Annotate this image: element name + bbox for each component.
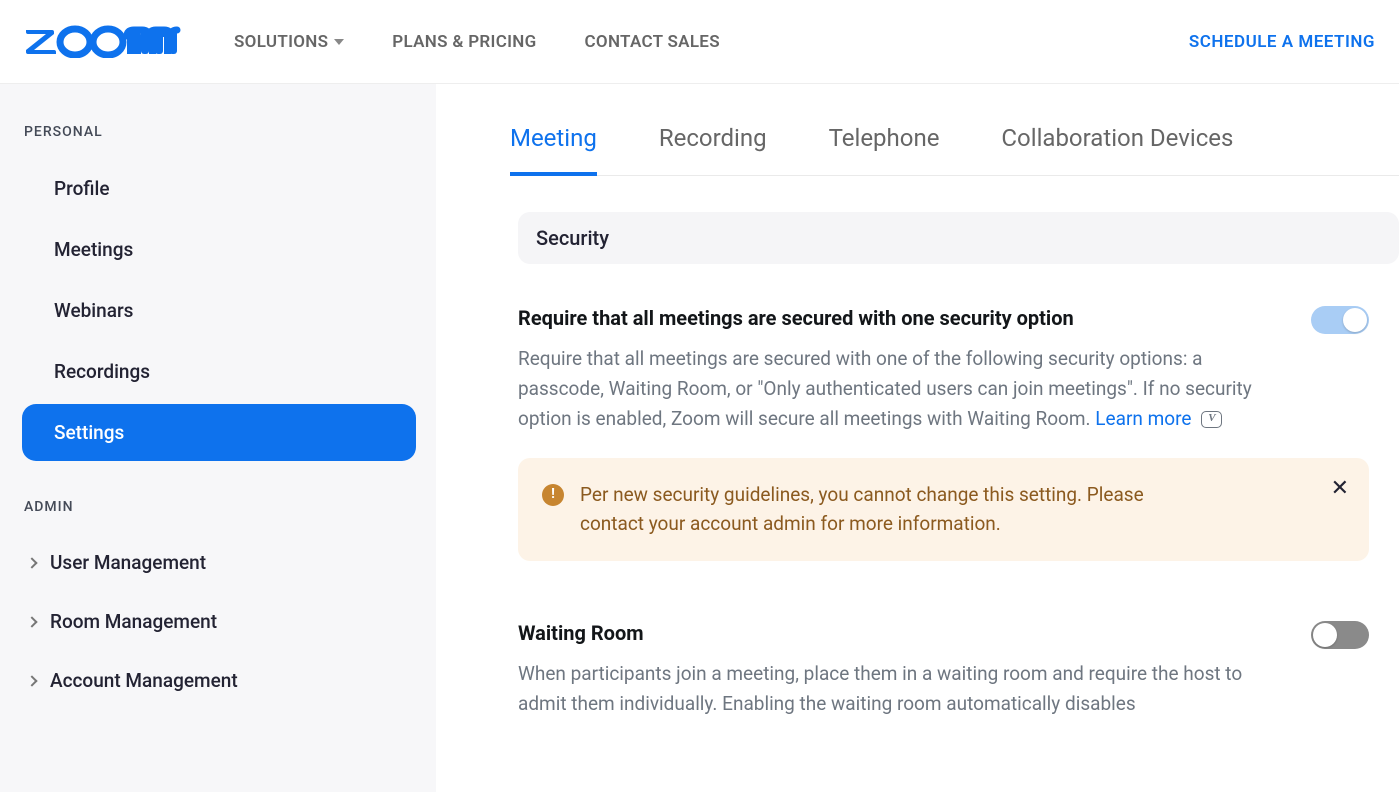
- sidebar-item-user-management[interactable]: User Management: [22, 535, 416, 590]
- sidebar-item-label: Webinars: [54, 299, 133, 322]
- learn-more-link[interactable]: Learn more V: [1095, 404, 1222, 434]
- tabs: Meeting Recording Telephone Collaboratio…: [510, 124, 1399, 176]
- chevron-down-icon: [334, 39, 344, 45]
- sidebar-item-meetings[interactable]: Meetings: [22, 221, 416, 278]
- info-icon: V: [1201, 411, 1222, 428]
- chevron-right-icon: [26, 675, 37, 686]
- warning-icon: !: [542, 484, 564, 506]
- learn-more-text: Learn more: [1095, 404, 1191, 434]
- sidebar-item-label: Profile: [54, 177, 110, 200]
- setting-title: Waiting Room: [518, 621, 1268, 645]
- close-icon[interactable]: ✕: [1331, 478, 1349, 500]
- setting-waiting-room: Waiting Room When participants join a me…: [518, 621, 1399, 719]
- sidebar-item-recordings[interactable]: Recordings: [22, 343, 416, 400]
- sidebar-section-personal: PERSONAL: [22, 124, 416, 140]
- setting-title: Require that all meetings are secured wi…: [518, 306, 1268, 330]
- setting-require-security: Require that all meetings are secured wi…: [518, 306, 1399, 561]
- tab-telephone[interactable]: Telephone: [829, 124, 940, 176]
- toggle-knob: [1313, 623, 1337, 647]
- sidebar: PERSONAL Profile Meetings Webinars Recor…: [0, 84, 436, 792]
- nav-label: CONTACT SALES: [585, 32, 720, 52]
- sidebar-item-label: Recordings: [54, 360, 150, 383]
- main-content: Meeting Recording Telephone Collaboratio…: [436, 84, 1399, 792]
- chevron-right-icon: [26, 616, 37, 627]
- tab-meeting[interactable]: Meeting: [510, 124, 597, 176]
- tab-collaboration-devices[interactable]: Collaboration Devices: [1001, 124, 1233, 176]
- toggle-require-security[interactable]: [1311, 306, 1369, 334]
- schedule-meeting-link[interactable]: SCHEDULE A MEETING: [1189, 32, 1375, 52]
- sidebar-section-admin: ADMIN: [22, 499, 416, 515]
- nav-label: PLANS & PRICING: [392, 32, 536, 52]
- alert-text: Per new security guidelines, you cannot …: [580, 480, 1200, 539]
- zoom-logo[interactable]: [24, 22, 184, 62]
- sidebar-item-settings[interactable]: Settings: [22, 404, 416, 461]
- sidebar-item-label: Meetings: [54, 238, 133, 261]
- security-alert: ! Per new security guidelines, you canno…: [518, 458, 1369, 561]
- nav-contact-sales[interactable]: CONTACT SALES: [585, 32, 720, 52]
- setting-description: Require that all meetings are secured wi…: [518, 344, 1268, 434]
- tab-recording[interactable]: Recording: [659, 124, 767, 176]
- toggle-waiting-room[interactable]: [1311, 621, 1369, 649]
- sidebar-item-label: Account Management: [50, 669, 238, 692]
- sidebar-item-account-management[interactable]: Account Management: [22, 653, 416, 708]
- chevron-right-icon: [26, 557, 37, 568]
- toggle-knob: [1343, 308, 1367, 332]
- nav-solutions[interactable]: SOLUTIONS: [234, 32, 344, 52]
- sidebar-item-label: User Management: [50, 551, 206, 574]
- section-header-security: Security: [518, 212, 1399, 264]
- nav-label: SOLUTIONS: [234, 32, 328, 52]
- nav-plans-pricing[interactable]: PLANS & PRICING: [392, 32, 536, 52]
- sidebar-item-label: Room Management: [50, 610, 217, 633]
- sidebar-item-webinars[interactable]: Webinars: [22, 282, 416, 339]
- sidebar-item-profile[interactable]: Profile: [22, 160, 416, 217]
- setting-description: When participants join a meeting, place …: [518, 659, 1268, 719]
- sidebar-item-label: Settings: [54, 421, 124, 444]
- sidebar-item-room-management[interactable]: Room Management: [22, 594, 416, 649]
